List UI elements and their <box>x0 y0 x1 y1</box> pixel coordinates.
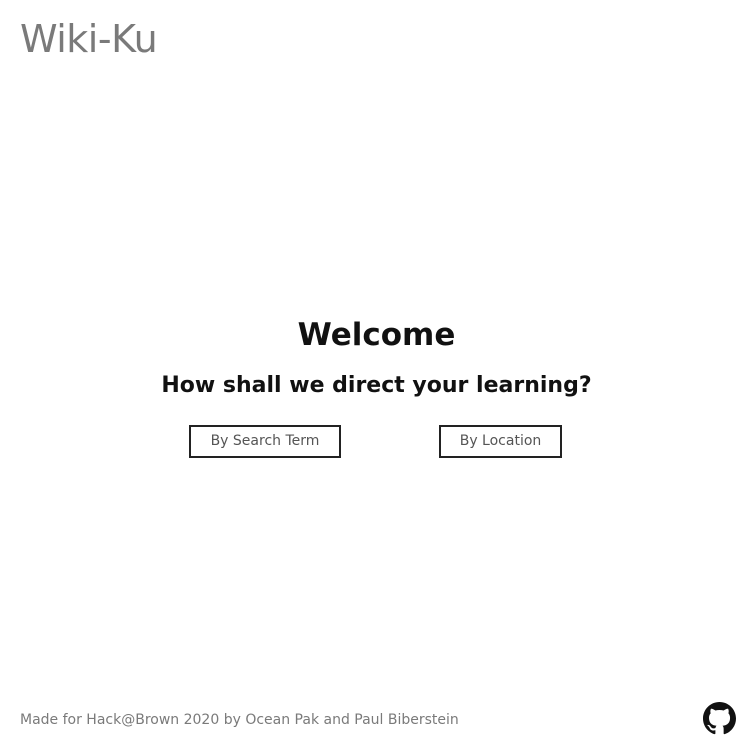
github-icon[interactable] <box>703 702 736 735</box>
by-location-button[interactable]: By Location <box>439 425 562 458</box>
direction-prompt: How shall we direct your learning? <box>161 373 592 398</box>
page: Wiki-Ku Welcome How shall we direct your… <box>0 0 753 756</box>
footer-credit: Made for Hack@Brown 2020 by Ocean Pak an… <box>20 712 459 728</box>
welcome-heading: Welcome <box>297 317 456 353</box>
welcome-section: Welcome How shall we direct your learnin… <box>0 312 753 402</box>
by-search-term-button[interactable]: By Search Term <box>189 425 341 458</box>
github-icon-glyph <box>703 702 736 735</box>
site-title[interactable]: Wiki-Ku <box>20 14 158 64</box>
